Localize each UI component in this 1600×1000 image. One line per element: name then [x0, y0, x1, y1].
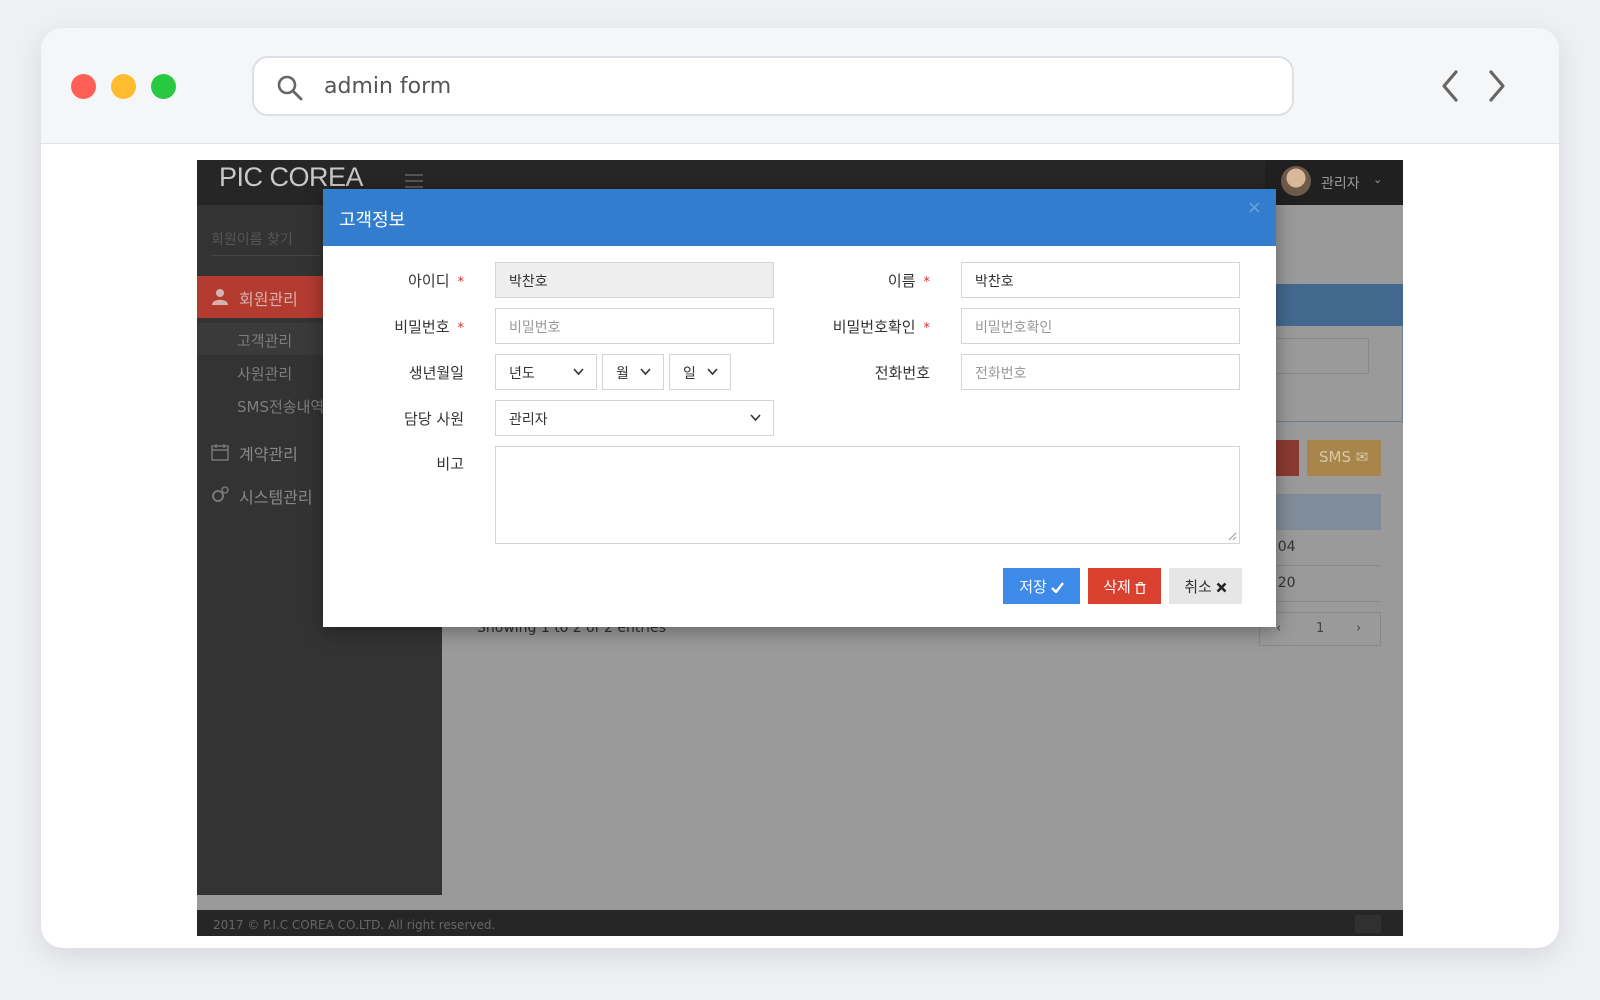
- table-cell: :20: [1273, 575, 1296, 591]
- cancel-button[interactable]: 취소: [1169, 568, 1242, 604]
- resize-handle-icon[interactable]: [1227, 531, 1237, 541]
- avatar: [1281, 166, 1311, 196]
- password-confirm-field[interactable]: 비밀번호확인: [961, 308, 1240, 344]
- sidebar-item-label: 계약관리: [239, 445, 298, 464]
- check-icon: [1050, 582, 1064, 594]
- chevron-down-icon: [750, 414, 761, 422]
- birth-year-select[interactable]: 년도: [495, 354, 597, 390]
- note-label: 비고: [436, 455, 464, 473]
- address-text: admin form: [324, 74, 452, 99]
- password-label: 비밀번호 *: [339, 316, 464, 337]
- menu-toggle-icon[interactable]: [405, 174, 423, 188]
- chevron-down-icon: [707, 368, 718, 376]
- required-mark: *: [923, 321, 931, 336]
- phone-label: 전화번호: [874, 364, 930, 382]
- birth-month-select[interactable]: 월: [602, 354, 664, 390]
- name-field[interactable]: 박찬호: [961, 262, 1240, 298]
- chevron-down-icon: ⌄: [1373, 173, 1383, 186]
- close-window-button[interactable]: [71, 74, 96, 99]
- table-header: [1259, 494, 1381, 530]
- panel-header: [1259, 284, 1403, 326]
- id-label: 아이디 *: [339, 270, 464, 291]
- user-menu[interactable]: 관리자 ⌄: [1265, 160, 1403, 205]
- note-textarea[interactable]: [495, 446, 1240, 544]
- birth-label: 생년월일: [408, 364, 464, 382]
- trash-icon: [1135, 581, 1146, 594]
- sidebar-subitem-label: SMS전송내역: [237, 398, 325, 416]
- sms-button[interactable]: SMS ✉: [1307, 440, 1381, 476]
- sidebar-search-input[interactable]: 회원이름 찾기: [211, 229, 321, 256]
- birth-day-value: 일: [683, 366, 696, 382]
- next-page-icon[interactable]: ›: [1356, 621, 1361, 636]
- id-field[interactable]: 박찬호: [495, 262, 774, 298]
- back-arrow-icon[interactable]: [1436, 68, 1466, 104]
- prev-page-icon[interactable]: ‹: [1276, 621, 1281, 636]
- page-number[interactable]: 1: [1316, 621, 1324, 636]
- close-icon[interactable]: ×: [1247, 197, 1262, 218]
- password-confirm-label: 비밀번호확인 *: [805, 316, 930, 337]
- maximize-window-button[interactable]: [151, 74, 176, 99]
- name-label-text: 이름: [887, 272, 916, 290]
- table-cell: :04: [1273, 539, 1296, 555]
- modal-title: 고객정보: [339, 210, 406, 231]
- chevron-down-icon: [573, 368, 584, 376]
- birth-year-value: 년도: [509, 366, 535, 382]
- sidebar-item-label: 시스템관리: [239, 488, 313, 507]
- browser-window: admin form PIC COREA 관리자 ⌄ 회원이름 찾기 회원관리 …: [41, 28, 1559, 948]
- scroll-top-button[interactable]: [1355, 915, 1381, 933]
- calendar-icon: [211, 444, 229, 461]
- birth-month-value: 월: [616, 366, 629, 382]
- delete-button[interactable]: 삭제: [1088, 568, 1161, 604]
- required-mark: *: [923, 275, 931, 290]
- save-button[interactable]: 저장: [1003, 568, 1080, 604]
- user-name: 관리자: [1321, 176, 1360, 192]
- sidebar-item-label: 회원관리: [239, 290, 298, 309]
- staff-value: 관리자: [509, 412, 548, 428]
- modal-header: 고객정보 ×: [323, 189, 1276, 246]
- cancel-button-label: 취소: [1184, 578, 1212, 596]
- address-bar[interactable]: admin form: [252, 56, 1294, 116]
- password-label-text: 비밀번호: [394, 318, 450, 336]
- pagination: ‹ 1 ›: [1259, 612, 1381, 646]
- sidebar-subitem-label: 고객관리: [237, 332, 293, 350]
- table-row[interactable]: :20: [1259, 566, 1381, 602]
- phone-field[interactable]: 전화번호: [961, 354, 1240, 390]
- password-field[interactable]: 비밀번호: [495, 308, 774, 344]
- birth-day-select[interactable]: 일: [669, 354, 731, 390]
- password-confirm-label-text: 비밀번호확인: [832, 318, 916, 336]
- id-label-text: 아이디: [408, 272, 450, 290]
- sms-button-label: SMS: [1319, 448, 1351, 466]
- name-label: 이름 *: [805, 270, 930, 291]
- forward-arrow-icon[interactable]: [1481, 68, 1511, 104]
- staff-label: 담당 사원: [404, 410, 464, 428]
- copyright-text: 2017 © P.I.C COREA CO.LTD. All right res…: [213, 918, 496, 932]
- sidebar-subitem-label: 사원관리: [237, 365, 293, 383]
- user-icon: [212, 289, 228, 305]
- gears-icon: [212, 486, 229, 502]
- table-row[interactable]: :04: [1259, 530, 1381, 566]
- required-mark: *: [457, 321, 465, 336]
- customer-info-modal: 고객정보 × 아이디 * 박찬호 이름 * 박찬호 비밀번호 * 비밀번호 비밀번호확…: [323, 189, 1276, 627]
- save-button-label: 저장: [1019, 578, 1047, 596]
- chevron-down-icon: [640, 368, 651, 376]
- required-mark: *: [457, 275, 465, 290]
- close-icon: [1216, 582, 1227, 593]
- staff-select[interactable]: 관리자: [495, 400, 774, 436]
- app-footer: 2017 © P.I.C COREA CO.LTD. All right res…: [197, 910, 1403, 936]
- browser-toolbar: admin form: [41, 28, 1559, 144]
- delete-button-label: 삭제: [1103, 578, 1131, 596]
- minimize-window-button[interactable]: [111, 74, 136, 99]
- search-icon: [277, 75, 303, 101]
